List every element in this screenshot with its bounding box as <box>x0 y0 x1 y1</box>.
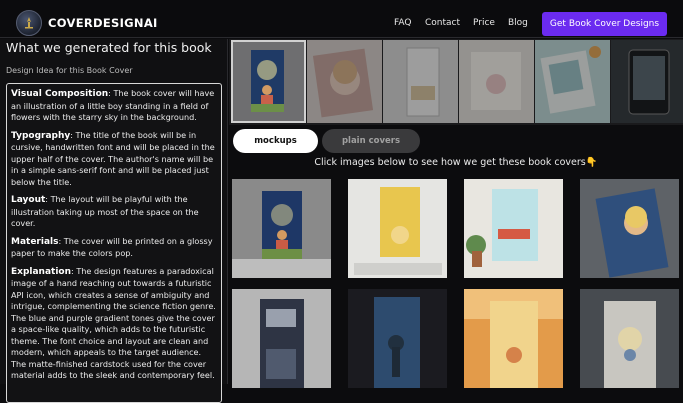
tab-plain-covers[interactable]: plain covers <box>322 129 420 153</box>
cover-thumbnail-5[interactable] <box>535 40 610 123</box>
design-idea-panel: What we generated for this book Design I… <box>0 39 228 403</box>
logo-icon[interactable] <box>16 10 42 36</box>
visual-composition-section: Visual Composition: The book cover will … <box>11 88 215 122</box>
mockup-image-4[interactable] <box>580 179 679 278</box>
nav-link-blog[interactable]: Blog <box>508 18 528 28</box>
tab-mockups[interactable]: mockups <box>233 129 318 153</box>
thumbnail-overlay <box>535 40 610 123</box>
typography-section: Typography: The title of the book will b… <box>11 129 215 187</box>
get-book-cover-designs-button[interactable]: Get Book Cover Designs <box>542 12 667 36</box>
mockup-image-1[interactable] <box>232 179 331 278</box>
cover-thumbnail-1[interactable] <box>231 40 306 123</box>
mockup-image-7[interactable] <box>464 289 563 388</box>
cover-thumbnail-2[interactable] <box>307 40 382 123</box>
thumbnail-overlay <box>459 40 534 123</box>
cover-thumbnail-3[interactable] <box>383 40 458 123</box>
thumbnail-overlay <box>383 40 458 123</box>
mockup-image-5[interactable] <box>232 289 331 388</box>
click-images-hint: Click images below to see how we get the… <box>314 157 598 168</box>
cover-thumbnail-strip <box>229 39 683 125</box>
mockup-image-8[interactable] <box>580 289 679 388</box>
design-idea-card: Visual Composition: The book cover will … <box>6 83 222 403</box>
materials-section: Materials: The cover will be printed on … <box>11 235 213 259</box>
nav-link-contact[interactable]: Contact <box>425 18 460 28</box>
brand-name[interactable]: COVERDESIGNAI <box>48 16 158 30</box>
top-nav: COVERDESIGNAI FAQ Contact Price Blog Get… <box>0 0 683 38</box>
mockup-image-3[interactable] <box>464 179 563 278</box>
thumbnail-overlay <box>307 40 382 123</box>
cover-thumbnail-6[interactable] <box>611 40 683 123</box>
nav-link-price[interactable]: Price <box>473 18 495 28</box>
nav-link-faq[interactable]: FAQ <box>394 18 411 28</box>
explanation-section: Explanation: The design features a parad… <box>11 265 216 381</box>
thumbnail-overlay <box>611 40 683 123</box>
section-subtitle: Design Idea for this Book Cover <box>6 66 133 75</box>
layout-section: Layout: The layout will be playful with … <box>11 194 199 228</box>
mockup-image-6[interactable] <box>348 289 447 388</box>
page-title: What we generated for this book <box>6 40 212 55</box>
cover-thumbnail-4[interactable] <box>459 40 534 123</box>
mockup-image-2[interactable] <box>348 179 447 278</box>
